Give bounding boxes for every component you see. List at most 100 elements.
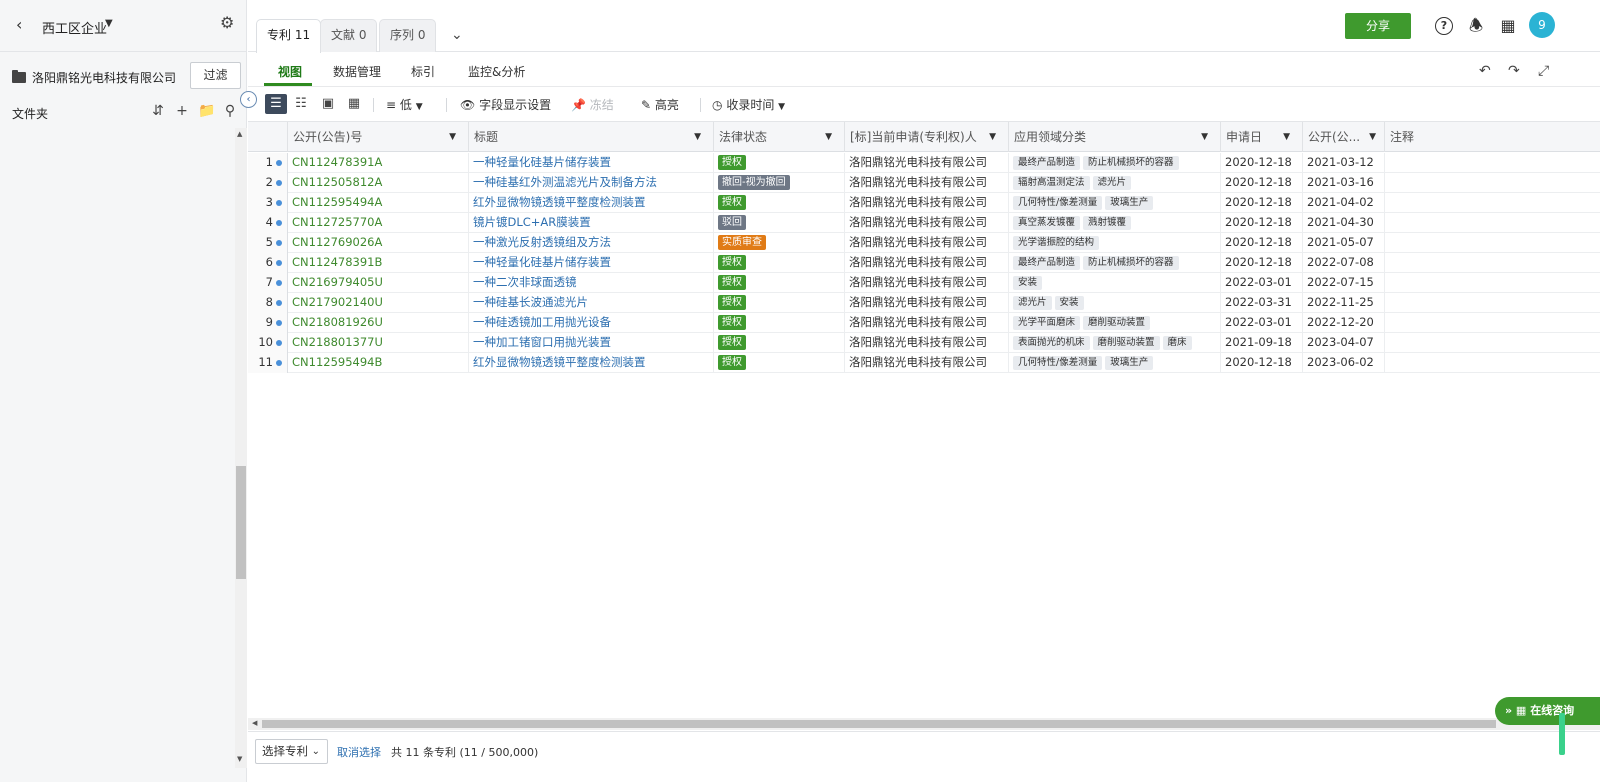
row-index[interactable]: 9 — [248, 313, 288, 333]
patent-title-link[interactable]: 一种轻量化硅基片储存装置 — [469, 153, 714, 173]
patent-title-link[interactable]: 一种硅基长波通滤光片 — [469, 293, 714, 313]
plus-icon[interactable]: + — [174, 103, 190, 119]
image-view-icon[interactable]: ▣ — [317, 94, 339, 114]
subtab-data-management[interactable]: 数据管理 — [333, 63, 381, 80]
patent-title-link[interactable]: 镜片镀DLC+AR膜装置 — [469, 213, 714, 233]
row-index[interactable]: 3 — [248, 193, 288, 213]
field-tag[interactable]: 光学平面磨床 — [1013, 316, 1081, 330]
row-index[interactable]: 6 — [248, 253, 288, 273]
search-icon[interactable]: ⚲ — [222, 103, 238, 119]
tab-literature[interactable]: 文献 0 — [320, 19, 378, 52]
row-index[interactable]: 10 — [248, 333, 288, 353]
field-tag[interactable]: 安装 — [1013, 276, 1043, 290]
header-notes[interactable]: 注释 — [1385, 122, 1600, 152]
table-row[interactable]: 2 CN112505812A 一种硅基红外测温滤光片及制备方法 撤回-视为撤回 洛阳鼎铭… — [248, 173, 1600, 193]
horizontal-scroll-thumb[interactable] — [262, 720, 1496, 728]
publication-number-link[interactable]: CN112505812A — [288, 173, 469, 193]
company-folder[interactable]: 洛阳鼎铭光电科技有限公司 — [12, 69, 176, 86]
table-row[interactable]: 8 CN217902140U 一种硅基长波通滤光片 授权 洛阳鼎铭光电科技有限公司 滤光片… — [248, 293, 1600, 313]
redo-icon[interactable]: ↷ — [1508, 63, 1520, 79]
header-publication-date[interactable]: 公开(公... ▼ — [1303, 122, 1385, 152]
table-row[interactable]: 10 CN218801377U 一种加工锗窗口用抛光装置 授权 洛阳鼎铭光电科技有限公司… — [248, 333, 1600, 353]
notes-cell[interactable] — [1385, 313, 1600, 333]
filter-button[interactable]: 过滤 — [190, 62, 241, 89]
cancel-selection-link[interactable]: 取消选择 — [337, 744, 381, 760]
row-index[interactable]: 8 — [248, 293, 288, 313]
field-display-settings-button[interactable]: 👁 字段显示设置 — [460, 96, 551, 114]
field-tag[interactable]: 滤光片 — [1013, 296, 1052, 310]
field-tag[interactable]: 玻璃生产 — [1105, 196, 1154, 210]
notes-cell[interactable] — [1385, 293, 1600, 313]
freeze-button[interactable]: 📌 冻结 — [571, 96, 614, 114]
sort-updown-icon[interactable]: ⇵ — [150, 103, 166, 119]
field-tag[interactable]: 几何特性/像差测量 — [1013, 196, 1103, 210]
notes-cell[interactable] — [1385, 153, 1600, 173]
field-tag[interactable]: 最终产品制造 — [1013, 156, 1081, 170]
field-tag[interactable]: 安装 — [1054, 296, 1084, 310]
notes-cell[interactable] — [1385, 273, 1600, 293]
tab-sequences[interactable]: 序列 0 — [379, 19, 437, 52]
patent-title-link[interactable]: 一种硅基红外测温滤光片及制备方法 — [469, 173, 714, 193]
header-field-classification[interactable]: 应用领域分类 ▼ — [1009, 122, 1221, 152]
field-tag[interactable]: 溅射镀覆 — [1083, 216, 1132, 230]
select-patents-dropdown[interactable]: 选择专利 ⌄ — [255, 739, 328, 764]
back-arrow-icon[interactable]: ‹ — [16, 17, 30, 33]
help-icon[interactable]: ? — [1435, 17, 1453, 35]
notes-cell[interactable] — [1385, 353, 1600, 373]
header-legal-status[interactable]: 法律状态 ▼ — [714, 122, 845, 152]
scroll-up-arrow-icon[interactable]: ▲ — [237, 130, 242, 138]
table-row[interactable]: 3 CN112595494A 红外显微物镜透镜平整度检测装置 授权 洛阳鼎铭光电科技有限… — [248, 193, 1600, 213]
notes-cell[interactable] — [1385, 173, 1600, 193]
field-tag[interactable]: 表面抛光的机床 — [1013, 336, 1090, 350]
publication-number-link[interactable]: CN216979405U — [288, 273, 469, 293]
table-row[interactable]: 5 CN112769026A 一种激光反射透镜组及方法 实质审查 洛阳鼎铭光电科技有限公… — [248, 233, 1600, 253]
header-pubno[interactable]: 公开(公告)号 ▼ — [288, 122, 469, 152]
header-title[interactable]: 标题 ▼ — [469, 122, 714, 152]
subtab-indexing[interactable]: 标引 — [411, 63, 435, 80]
field-tag[interactable]: 磨削驱动装置 — [1083, 316, 1151, 330]
patent-title-link[interactable]: 一种加工锗窗口用抛光装置 — [469, 333, 714, 353]
patent-title-link[interactable]: 一种二次非球面透镜 — [469, 273, 714, 293]
header-application-date[interactable]: 申请日 ▼ — [1221, 122, 1303, 152]
patent-title-link[interactable]: 一种轻量化硅基片储存装置 — [469, 253, 714, 273]
row-index[interactable]: 11 — [248, 353, 288, 373]
row-index[interactable]: 2 — [248, 173, 288, 193]
table-row[interactable]: 11 CN112595494B 红外显微物镜透镜平整度检测装置 授权 洛阳鼎铭光电科技有… — [248, 353, 1600, 373]
table-row[interactable]: 4 CN112725770A 镜片镀DLC+AR膜装置 驳回 洛阳鼎铭光电科技有限公司真… — [248, 213, 1600, 233]
chevron-down-icon[interactable]: ⌄ — [451, 28, 465, 42]
field-tag[interactable]: 磨削驱动装置 — [1092, 336, 1160, 350]
sort-button[interactable]: ◷ 收录时间 ▼ — [712, 96, 785, 114]
publication-number-link[interactable]: CN112595494B — [288, 353, 469, 373]
field-tag[interactable]: 防止机械损坏的容器 — [1083, 156, 1179, 170]
scroll-down-arrow-icon[interactable]: ▼ — [237, 755, 242, 763]
row-index[interactable]: 7 — [248, 273, 288, 293]
patent-title-link[interactable]: 一种激光反射透镜组及方法 — [469, 233, 714, 253]
subtab-monitor-analysis[interactable]: 监控&分析 — [468, 63, 525, 80]
publication-number-link[interactable]: CN112595494A — [288, 193, 469, 213]
folder-settings-icon[interactable]: 📁 — [198, 103, 215, 119]
row-density-button[interactable]: ≡ 低 ▼ — [386, 96, 423, 114]
field-tag[interactable]: 防止机械损坏的容器 — [1083, 256, 1179, 270]
table-row[interactable]: 6 CN112478391B 一种轻量化硅基片储存装置 授权 洛阳鼎铭光电科技有限公司最… — [248, 253, 1600, 273]
patent-title-link[interactable]: 红外显微物镜透镜平整度检测装置 — [469, 193, 714, 213]
table-row[interactable]: 1 CN112478391A 一种轻量化硅基片储存装置 授权 洛阳鼎铭光电科技有限公司最… — [248, 153, 1600, 173]
sidebar-scrollbar[interactable] — [235, 128, 247, 768]
publication-number-link[interactable]: CN112769026A — [288, 233, 469, 253]
field-tag[interactable]: 玻璃生产 — [1105, 356, 1154, 370]
publication-number-link[interactable]: CN112725770A — [288, 213, 469, 233]
highlight-button[interactable]: ✎ 高亮 — [641, 96, 679, 114]
notes-cell[interactable] — [1385, 213, 1600, 233]
collapse-sidebar-icon[interactable]: ‹ — [240, 91, 257, 108]
field-tag[interactable]: 几何特性/像差测量 — [1013, 356, 1103, 370]
notes-cell[interactable] — [1385, 193, 1600, 213]
avatar[interactable]: 9 — [1529, 12, 1555, 38]
subtab-view[interactable]: 视图 — [278, 63, 302, 80]
share-button[interactable]: 分享 — [1345, 13, 1411, 39]
caret-down-icon[interactable]: ▼ — [105, 18, 113, 29]
field-tag[interactable]: 最终产品制造 — [1013, 256, 1081, 270]
sidebar-scroll-thumb[interactable] — [236, 466, 246, 579]
tab-patents[interactable]: 专利 11 — [256, 19, 322, 53]
online-chat-button[interactable]: » ▦ 在线咨询 — [1495, 697, 1600, 725]
publication-number-link[interactable]: CN112478391A — [288, 153, 469, 173]
apps-grid-icon[interactable]: ▦ — [1499, 17, 1517, 35]
